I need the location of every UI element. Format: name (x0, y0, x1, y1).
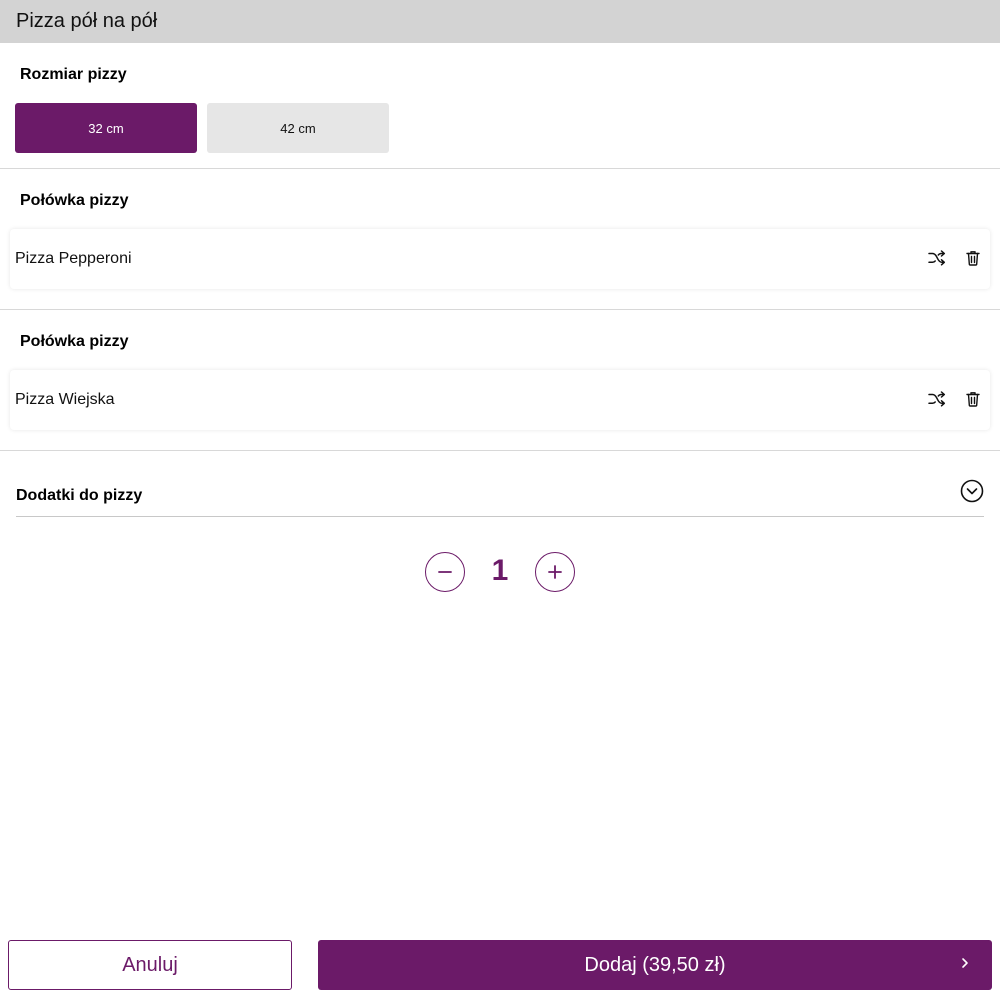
plus-icon (548, 565, 562, 579)
quantity-decrement-button[interactable] (425, 552, 465, 592)
half-pizza-name: Pizza Pepperoni (15, 250, 132, 267)
size-option-42cm[interactable]: 42 cm (207, 103, 389, 153)
half-pizza-card: Pizza Pepperoni (10, 229, 990, 289)
trash-icon[interactable] (962, 388, 984, 410)
add-button-label: Dodaj (39,50 zł) (584, 953, 726, 976)
pizza-half-dialog: Pizza pół na pół Rozmiar pizzy 32 cm 42 … (0, 0, 1000, 1000)
size-option-32cm[interactable]: 32 cm (15, 103, 197, 153)
dialog-title: Pizza pół na pół (0, 0, 1000, 43)
shuffle-icon[interactable] (926, 247, 948, 269)
trash-icon[interactable] (962, 247, 984, 269)
quantity-increment-button[interactable] (535, 552, 575, 592)
cancel-button[interactable]: Anuluj (8, 940, 292, 990)
half-pizza-card: Pizza Wiejska (10, 370, 990, 430)
shuffle-icon[interactable] (926, 388, 948, 410)
half-section-label: Połówka pizzy (20, 333, 129, 350)
divider (0, 450, 1000, 451)
half-section-label: Połówka pizzy (20, 192, 129, 209)
half-pizza-name: Pizza Wiejska (15, 391, 115, 408)
size-section-label: Rozmiar pizzy (20, 66, 127, 83)
divider (0, 309, 1000, 310)
minus-icon (438, 571, 452, 573)
chevron-down-circle-icon[interactable] (960, 479, 984, 503)
add-to-cart-button[interactable]: Dodaj (39,50 zł) (318, 940, 992, 990)
addons-label: Dodatki do pizzy (16, 486, 143, 504)
chevron-right-icon (958, 955, 972, 971)
addons-accordion[interactable]: Dodatki do pizzy (16, 473, 984, 517)
quantity-value: 1 (491, 554, 509, 587)
divider (0, 168, 1000, 169)
